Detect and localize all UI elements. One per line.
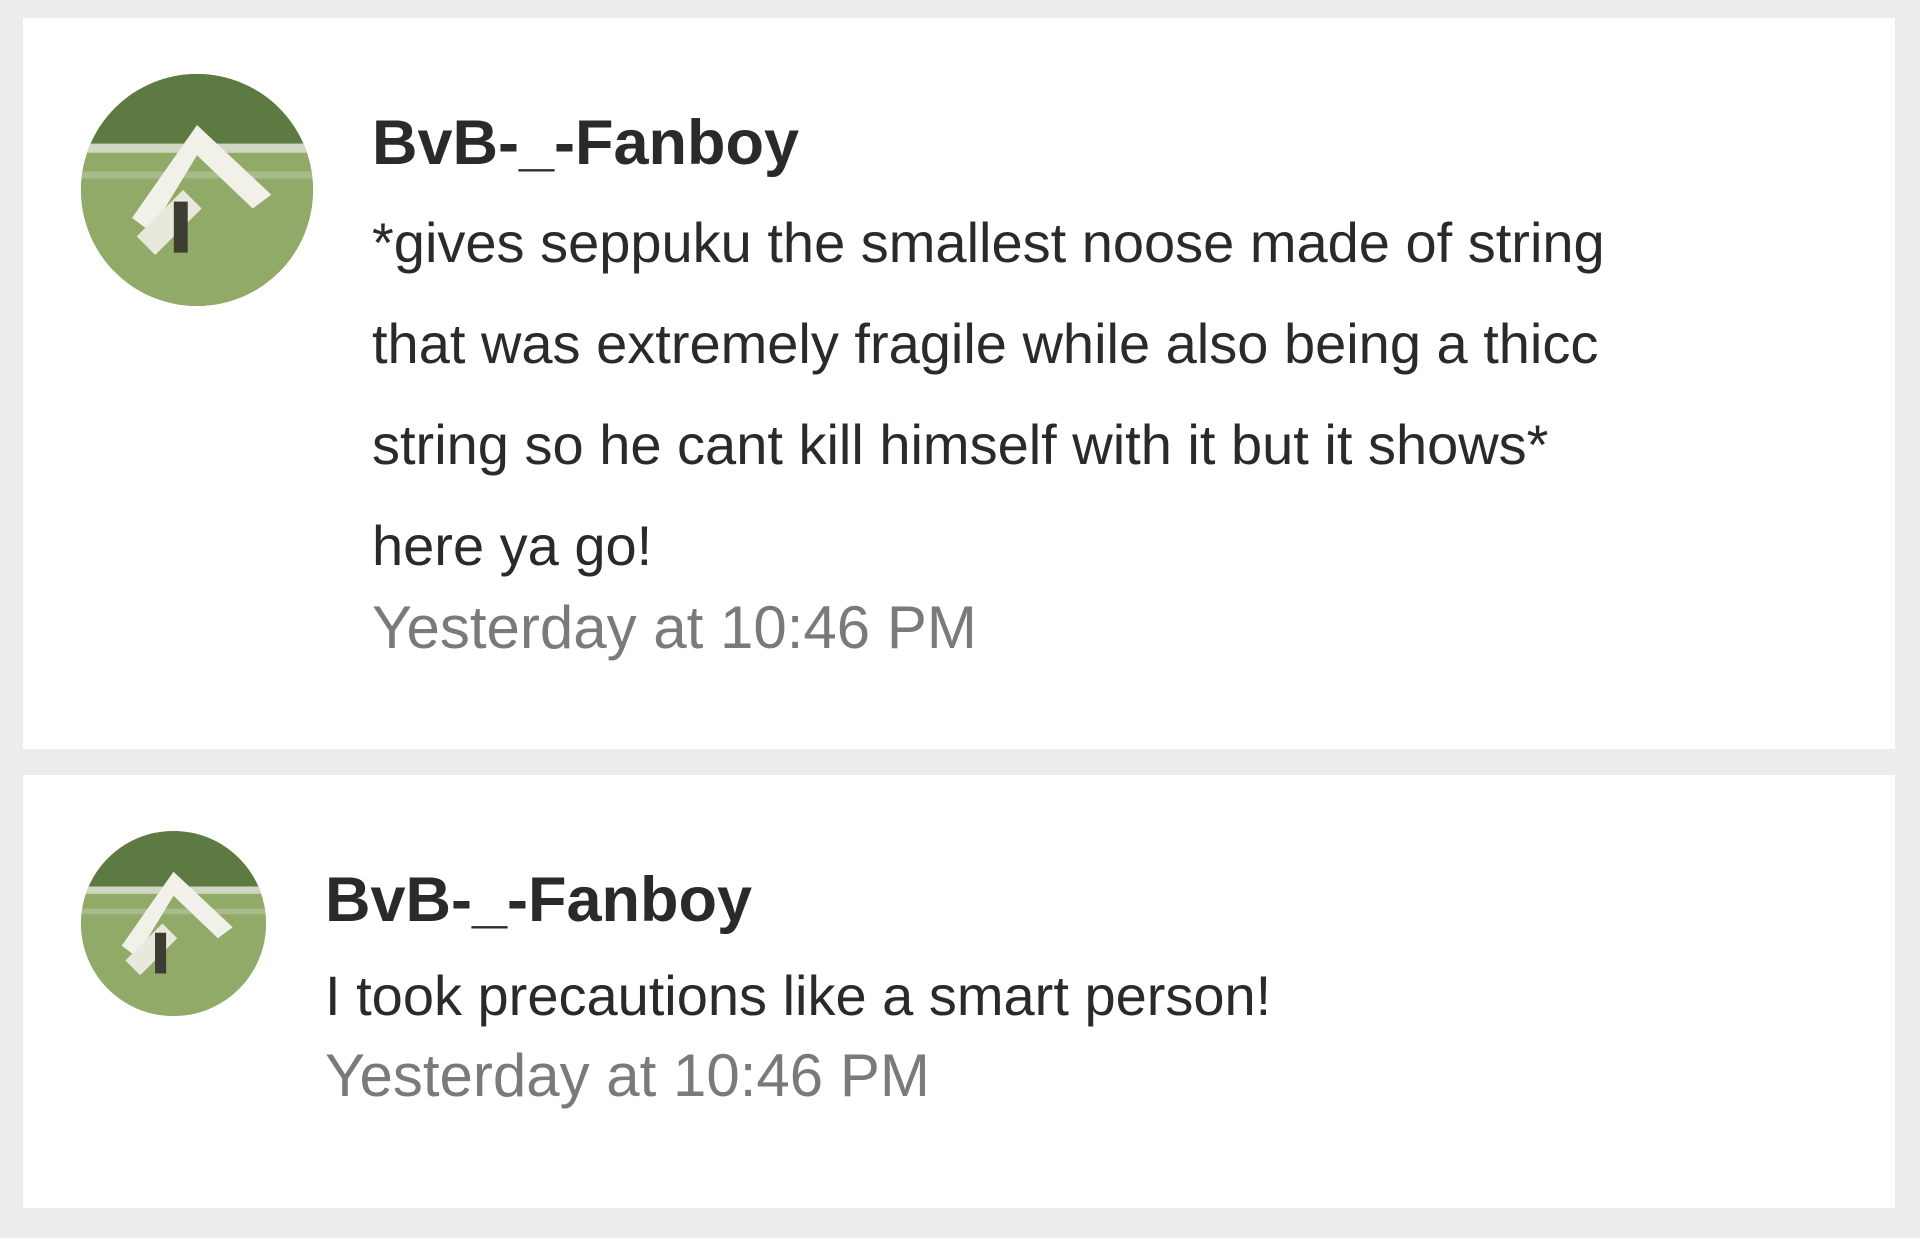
comment-username[interactable]: BvB-_-Fanboy xyxy=(325,857,1855,943)
comment-message: I took precautions like a smart person! xyxy=(325,964,1272,1027)
comment-card: BvB-_-Fanboy *gives seppuku the smallest… xyxy=(23,18,1895,749)
comment-card: BvB-_-Fanboy I took precautions like a s… xyxy=(23,775,1895,1208)
comment-content: BvB-_-Fanboy I took precautions like a s… xyxy=(325,857,1855,1116)
comment-timestamp: Yesterday at 10:46 PM xyxy=(372,594,977,661)
avatar-icon[interactable] xyxy=(81,74,313,306)
avatar-icon[interactable] xyxy=(81,831,266,1016)
comment-timestamp: Yesterday at 10:46 PM xyxy=(325,1042,930,1109)
comment-username[interactable]: BvB-_-Fanboy xyxy=(372,100,1855,186)
comment-content: BvB-_-Fanboy *gives seppuku the smallest… xyxy=(372,100,1855,668)
comment-message: *gives seppuku the smallest noose made o… xyxy=(372,211,1605,577)
